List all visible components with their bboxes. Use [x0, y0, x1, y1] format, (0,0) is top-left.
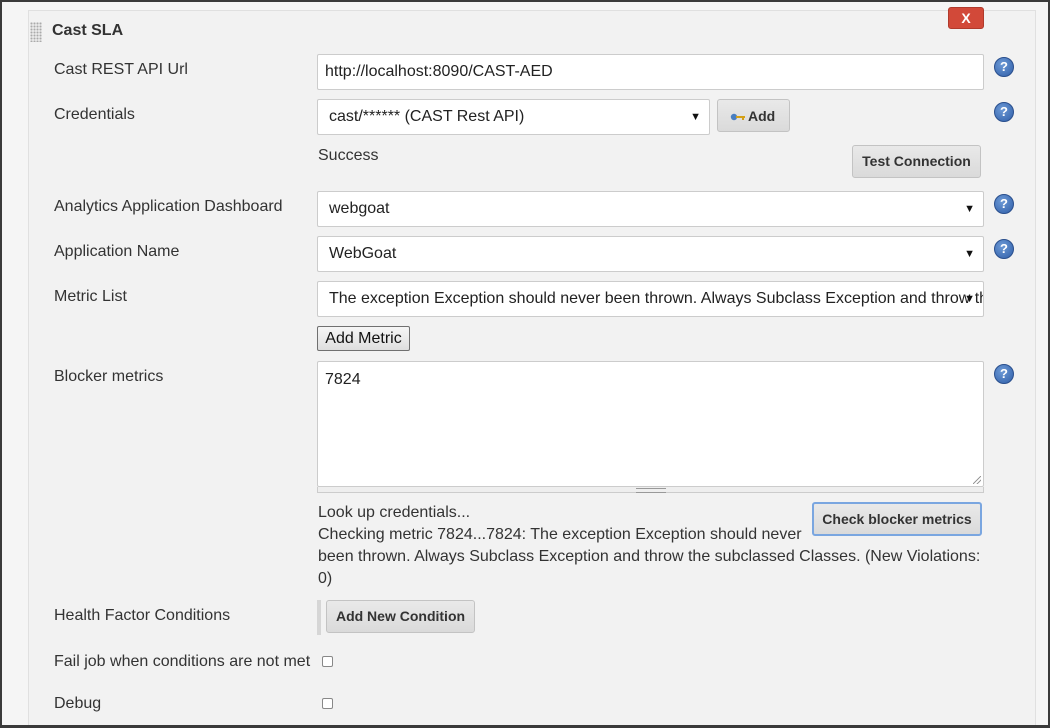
blocker-metrics-textarea[interactable]: 7824 [317, 361, 984, 487]
add-metric-button[interactable]: Add Metric [317, 326, 410, 351]
application-name-selected-value: WebGoat [329, 245, 397, 262]
fail-job-label: Fail job when conditions are not met [54, 653, 311, 670]
application-name-select[interactable]: WebGoat ▼ [317, 236, 984, 272]
drag-grip-icon[interactable] [30, 22, 42, 42]
connection-status-text: Success [318, 147, 379, 164]
fail-job-checkbox[interactable] [322, 656, 333, 667]
chevron-down-icon: ▼ [964, 293, 975, 305]
rest-api-url-input[interactable]: http://localhost:8090/CAST-AED [317, 54, 984, 90]
health-factor-label: Health Factor Conditions [54, 607, 231, 624]
blocker-status-line-4: 0) [318, 570, 333, 587]
rest-api-url-label: Cast REST API Url [54, 61, 188, 78]
help-icon[interactable]: ? [994, 102, 1014, 122]
dashboard-label: Analytics Application Dashboard [54, 198, 283, 215]
add-credentials-label: Add [748, 107, 776, 124]
chevron-down-icon: ▼ [690, 111, 701, 123]
add-credentials-button[interactable]: Add [717, 99, 790, 132]
blocker-metrics-label: Blocker metrics [54, 368, 164, 385]
chevron-down-icon: ▼ [964, 248, 975, 260]
chevron-down-icon: ▼ [964, 203, 975, 215]
credentials-select[interactable]: cast/****** (CAST Rest API) ▼ [317, 99, 710, 135]
test-connection-button[interactable]: Test Connection [852, 145, 981, 178]
credentials-selected-value: cast/****** (CAST Rest API) [329, 108, 525, 125]
credentials-label: Credentials [54, 106, 135, 123]
metric-list-selected-value: The exception Exception should never bee… [329, 290, 983, 307]
debug-checkbox[interactable] [322, 698, 333, 709]
application-name-label: Application Name [54, 243, 180, 260]
section-title: Cast SLA [52, 22, 124, 39]
blocker-status-line-3: been thrown. Always Subclass Exception a… [318, 548, 981, 565]
help-icon[interactable]: ? [994, 239, 1014, 259]
dashboard-selected-value: webgoat [329, 200, 390, 217]
repeatable-bar [317, 600, 321, 635]
dashboard-select[interactable]: webgoat ▼ [317, 191, 984, 227]
blocker-status-line-1: Look up credentials... [318, 504, 471, 521]
blocker-status-line-2: Checking metric 7824...7824: The excepti… [318, 526, 802, 543]
help-icon[interactable]: ? [994, 194, 1014, 214]
resize-corner-icon[interactable] [973, 476, 981, 484]
metric-list-select[interactable]: The exception Exception should never bee… [317, 281, 984, 317]
add-new-condition-button[interactable]: Add New Condition [326, 600, 475, 633]
textarea-resize-handle[interactable] [317, 487, 984, 493]
help-icon[interactable]: ? [994, 364, 1014, 384]
metric-list-label: Metric List [54, 288, 127, 305]
delete-section-button[interactable]: X [948, 7, 984, 29]
help-icon[interactable]: ? [994, 57, 1014, 77]
blocker-metrics-value: 7824 [325, 371, 361, 388]
grip-icon [636, 488, 666, 493]
key-icon [730, 101, 746, 132]
debug-label: Debug [54, 695, 102, 712]
check-blocker-metrics-button[interactable]: Check blocker metrics [812, 502, 982, 536]
